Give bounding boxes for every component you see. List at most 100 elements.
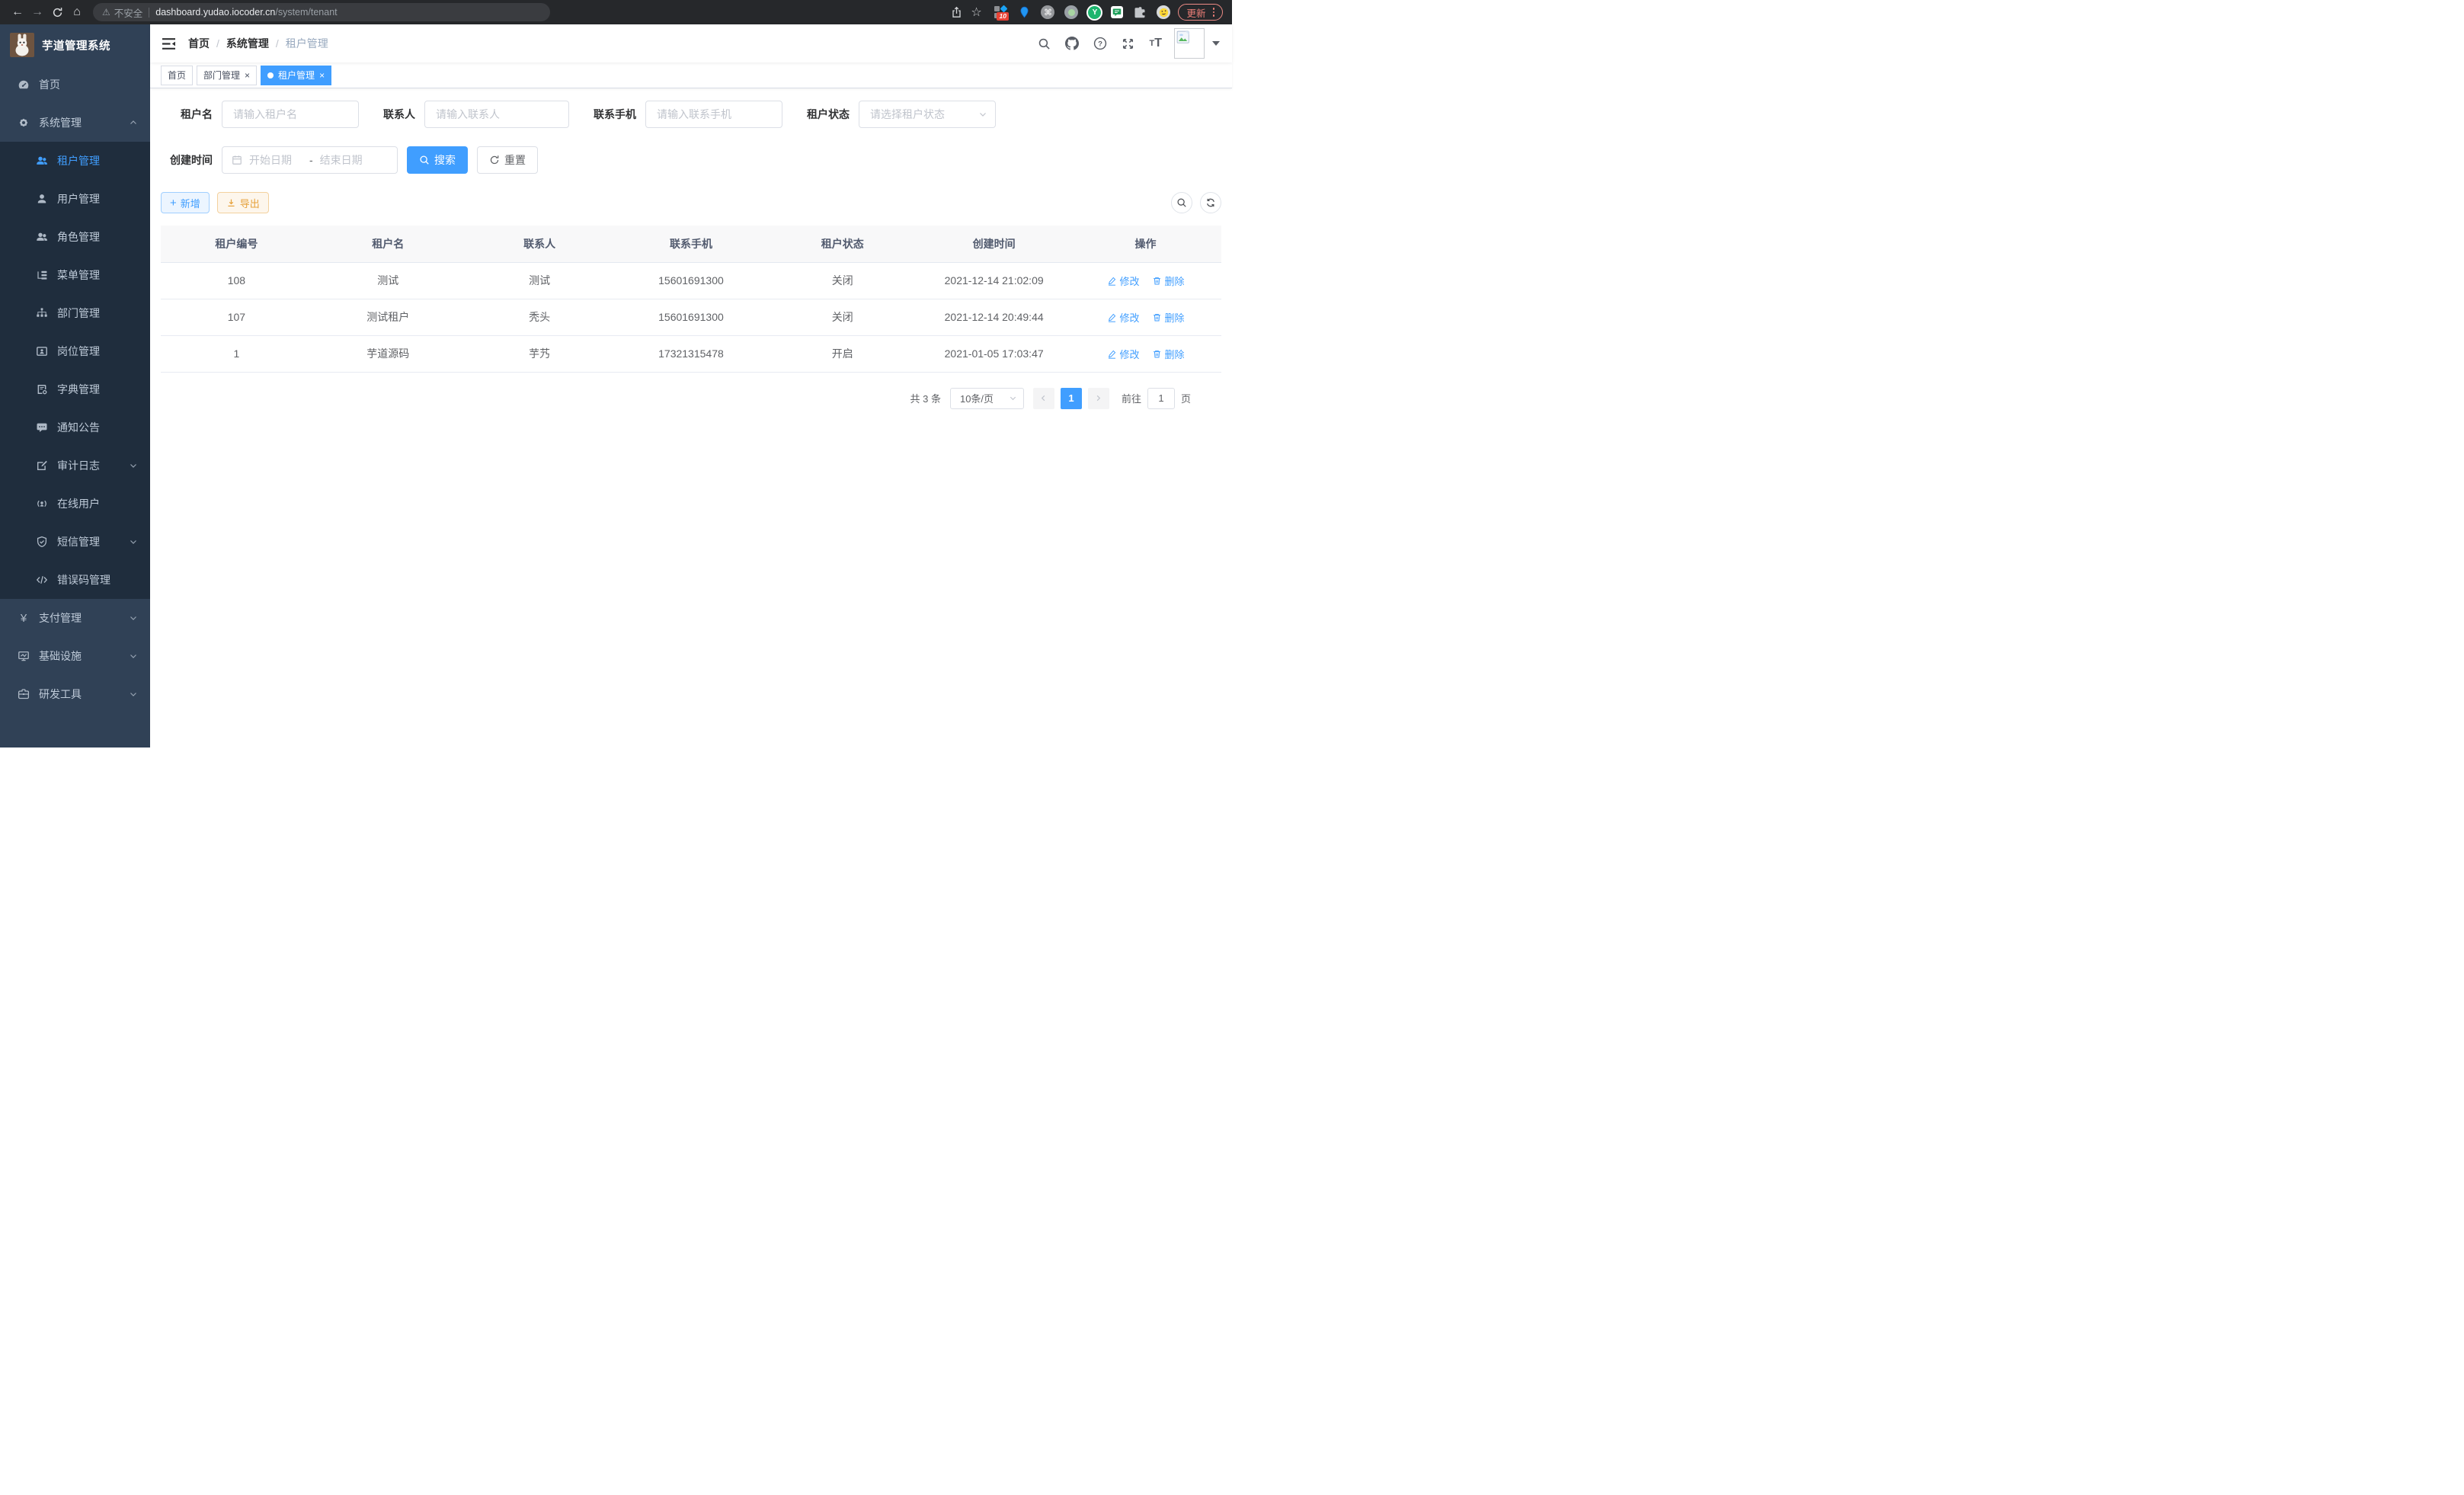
sidebar-item-departments[interactable]: 部门管理 [0, 294, 150, 332]
sidebar-item-payment[interactable]: ¥ 支付管理 [0, 599, 150, 637]
status-select[interactable]: 请选择租户状态 [859, 101, 996, 128]
github-icon[interactable] [1065, 37, 1079, 50]
extension-emoji-icon[interactable] [1157, 5, 1170, 19]
sidebar-item-system[interactable]: 系统管理 [0, 104, 150, 142]
trash-icon [1152, 312, 1162, 322]
breadcrumb-home[interactable]: 首页 [188, 36, 210, 51]
app-logo-row[interactable]: 芋道管理系统 [0, 24, 150, 66]
browser-back-icon[interactable]: ← [8, 2, 27, 22]
avatar-dropdown-caret-icon[interactable] [1212, 41, 1220, 46]
tab-close-icon[interactable]: × [245, 71, 250, 80]
sidebar-collapse-icon[interactable] [162, 37, 176, 50]
delete-label: 删除 [1165, 274, 1185, 288]
tab-label: 租户管理 [278, 69, 315, 82]
col-contact: 联系人 [464, 226, 616, 262]
tab-label: 部门管理 [203, 69, 240, 82]
avatar[interactable] [1174, 28, 1205, 59]
delete-button[interactable]: 删除 [1152, 310, 1185, 325]
refresh-icon [1205, 197, 1216, 208]
extension-puzzle-icon[interactable] [1133, 5, 1147, 19]
fullscreen-icon[interactable] [1122, 37, 1134, 50]
sidebar-item-roles[interactable]: 角色管理 [0, 218, 150, 256]
address-bar[interactable]: ⚠ 不安全 dashboard.yudao.iocoder.cn/system/… [93, 3, 550, 21]
toggle-search-button[interactable] [1171, 192, 1192, 213]
sidebar-item-label: 审计日志 [57, 458, 129, 473]
mobile-input[interactable] [645, 101, 782, 128]
cell-actions: 修改 删除 [1070, 299, 1221, 335]
extension-y-icon[interactable]: Y [1088, 6, 1101, 19]
contact-input[interactable] [424, 101, 569, 128]
sidebar-item-announcements[interactable]: 通知公告 [0, 408, 150, 447]
browser-forward-icon[interactable]: → [27, 2, 47, 22]
sidebar-item-error-codes[interactable]: 错误码管理 [0, 561, 150, 599]
browser-home-icon[interactable]: ⌂ [67, 2, 87, 22]
delete-button[interactable]: 删除 [1152, 274, 1185, 288]
sidebar-item-users[interactable]: 用户管理 [0, 180, 150, 218]
page-size-select[interactable]: 10条/页 [950, 388, 1024, 409]
sidebar-item-dev-tools[interactable]: 研发工具 [0, 675, 150, 713]
browser-menu-icon[interactable] [1213, 8, 1215, 17]
edit-button[interactable]: 修改 [1107, 274, 1140, 288]
delete-button[interactable]: 删除 [1152, 347, 1185, 361]
sidebar-item-menus[interactable]: 菜单管理 [0, 256, 150, 294]
org-chart-icon [34, 307, 50, 319]
sidebar-item-posts[interactable]: 岗位管理 [0, 332, 150, 370]
page-size-value: 10条/页 [960, 391, 994, 405]
extension-command-icon[interactable]: ⌘ [1041, 5, 1054, 19]
sidebar-item-tenant[interactable]: 租户管理 [0, 142, 150, 180]
date-range-separator: - [309, 154, 313, 166]
tab-tenant[interactable]: 租户管理 × [261, 66, 331, 85]
add-button[interactable]: + 新增 [161, 192, 210, 213]
sidebar-item-online-users[interactable]: 在线用户 [0, 485, 150, 523]
tenant-users-icon [34, 155, 50, 167]
date-range-picker[interactable]: 开始日期 - 结束日期 [222, 146, 398, 174]
help-icon[interactable]: ? [1093, 37, 1107, 50]
chevron-down-icon [129, 537, 138, 546]
next-page-button[interactable] [1088, 388, 1109, 409]
reset-button[interactable]: 重置 [477, 146, 538, 174]
breadcrumb-separator: / [216, 37, 219, 50]
extension-pin-icon[interactable] [1017, 5, 1031, 19]
extension-chat-icon[interactable] [1111, 6, 1123, 18]
sidebar-item-dictionary[interactable]: 字典管理 [0, 370, 150, 408]
sidebar-item-home[interactable]: 首页 [0, 66, 150, 104]
search-button[interactable]: 搜索 [407, 146, 468, 174]
chevron-down-icon [129, 690, 138, 699]
start-date-placeholder[interactable]: 开始日期 [249, 152, 302, 168]
sms-shield-icon [34, 536, 50, 548]
extension-grid-icon[interactable]: 10 [994, 5, 1007, 19]
extension-dot-icon[interactable] [1064, 5, 1078, 19]
edit-button[interactable]: 修改 [1107, 310, 1140, 325]
font-size-icon[interactable]: TT [1149, 37, 1162, 50]
header-search-icon[interactable] [1038, 37, 1051, 50]
app-title: 芋道管理系统 [42, 37, 110, 53]
browser-reload-icon[interactable] [47, 2, 67, 22]
sidebar-item-infrastructure[interactable]: 基础设施 [0, 637, 150, 675]
tab-departments[interactable]: 部门管理 × [197, 66, 257, 85]
col-status: 租户状态 [766, 226, 918, 262]
browser-update-button[interactable]: 更新 [1178, 4, 1223, 21]
tenant-page: 租户名 联系人 联系手机 租户状态 请选择租户状态 [150, 88, 1232, 748]
prev-page-button[interactable] [1033, 388, 1054, 409]
refresh-table-button[interactable] [1200, 192, 1221, 213]
tenant-name-input[interactable] [222, 101, 359, 128]
chevron-right-icon [1094, 394, 1102, 402]
bookmark-star-icon[interactable]: ☆ [966, 2, 986, 22]
goto-page-input[interactable] [1147, 388, 1175, 409]
sidebar-item-audit-log[interactable]: 审计日志 [0, 447, 150, 485]
sidebar-item-label: 错误码管理 [57, 572, 138, 587]
edit-button[interactable]: 修改 [1107, 347, 1140, 361]
end-date-placeholder[interactable]: 结束日期 [320, 152, 373, 168]
share-icon[interactable] [946, 2, 966, 22]
export-button[interactable]: 导出 [217, 192, 269, 213]
badge-icon [34, 345, 50, 357]
tab-home[interactable]: 首页 [161, 66, 193, 85]
sidebar-item-sms[interactable]: 短信管理 [0, 523, 150, 561]
page-number-button[interactable]: 1 [1061, 388, 1082, 409]
chevron-down-icon [1009, 394, 1017, 402]
sidebar-item-label: 角色管理 [57, 229, 138, 245]
status-label: 租户状态 [807, 107, 850, 122]
breadcrumb-system[interactable]: 系统管理 [226, 36, 269, 51]
tab-close-icon[interactable]: × [319, 71, 325, 80]
security-label[interactable]: 不安全 [114, 5, 143, 20]
